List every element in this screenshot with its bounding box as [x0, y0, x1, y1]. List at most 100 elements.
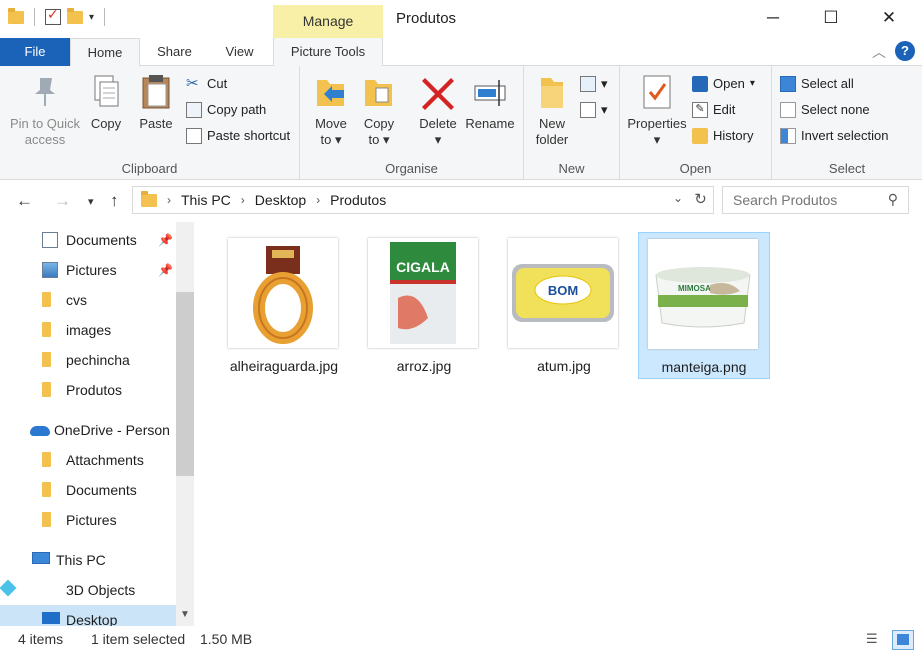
nav-item[interactable]: Documents 📌 [0, 225, 178, 255]
easy-access-button[interactable]: ▾ [580, 100, 608, 120]
paste-shortcut-button[interactable]: Paste shortcut [186, 126, 290, 146]
delete-dropdown-icon[interactable]: ▾ [416, 132, 460, 148]
nav-item-label: Produtos [66, 382, 123, 398]
desktop-icon [42, 612, 60, 624]
properties-icon [640, 72, 674, 112]
file-name: atum.jpg [537, 358, 591, 374]
search-box[interactable]: ⚲ [722, 186, 909, 214]
edit-button[interactable]: ✎ Edit [692, 100, 735, 120]
details-view-button[interactable]: ☰ [862, 630, 884, 650]
file-name: alheiraguarda.jpg [229, 358, 339, 374]
nav-item[interactable]: Attachments [0, 445, 178, 475]
nav-item[interactable]: Produtos [0, 375, 178, 405]
properties-icon[interactable] [45, 6, 61, 25]
address-bar[interactable]: › This PC › Desktop › Produtos ⌄ [132, 186, 690, 214]
chevron-right-icon[interactable]: › [316, 193, 320, 207]
move-to-icon [314, 72, 348, 112]
select-all-button[interactable]: Select all [780, 74, 854, 94]
select-group-label: Select [828, 161, 866, 176]
manage-contextual-tab[interactable]: Manage [273, 5, 383, 38]
3d-objects-icon [0, 579, 17, 597]
delete-icon [421, 72, 455, 112]
open-button[interactable]: Open ▾ [692, 74, 755, 94]
item-count: 4 items [18, 631, 64, 647]
nav-item[interactable]: Documents [0, 475, 178, 505]
customize-qat-icon[interactable]: ▾ [89, 12, 94, 23]
easy-access-icon [580, 102, 596, 118]
tab-file[interactable]: File [0, 38, 70, 66]
properties-button[interactable]: Properties ▾ [624, 72, 690, 148]
nav-scrollbar-thumb[interactable] [176, 292, 194, 476]
new-item-button[interactable]: ▾ [580, 74, 608, 94]
file-item[interactable]: BOM atum.jpg [498, 232, 630, 379]
cut-button[interactable]: ✂ Cut [186, 74, 227, 94]
forward-icon[interactable]: → [54, 191, 71, 211]
folder-icon [42, 322, 51, 337]
status-bar: 4 items 1 item selected 1.50 MB ☰ [0, 626, 922, 653]
tab-view[interactable]: View [212, 38, 267, 66]
nav-item[interactable]: Pictures [0, 505, 178, 535]
delete-button[interactable]: Delete ▾ [416, 72, 460, 148]
breadcrumb: › This PC › Desktop › Produtos [141, 190, 386, 208]
title-bar: ▾ Manage Produtos ─ ☐ ✕ [0, 0, 922, 38]
file-item-selected[interactable]: MIMOSA manteiga.png [638, 232, 770, 379]
collapse-ribbon-icon[interactable]: ︿ [872, 42, 886, 62]
crumb-this-pc[interactable]: This PC [181, 192, 231, 208]
scroll-down-icon[interactable]: ▼ [176, 606, 194, 624]
close-button[interactable]: ✕ [866, 0, 912, 38]
invert-selection-button[interactable]: Invert selection [780, 126, 888, 146]
nav-item[interactable]: images [0, 315, 178, 345]
copy-button[interactable]: Copy [86, 72, 126, 132]
file-name: arroz.jpg [396, 358, 452, 374]
move-to-button[interactable]: Move to ▾ [310, 72, 352, 148]
crumb-desktop[interactable]: Desktop [255, 192, 306, 208]
tab-home[interactable]: Home [70, 38, 140, 67]
chevron-right-icon[interactable]: › [167, 193, 171, 207]
new-folder-button[interactable]: New folder [532, 72, 572, 148]
tab-picture-tools[interactable]: Picture Tools [273, 38, 383, 66]
nav-item[interactable]: Desktop [0, 605, 178, 626]
select-none-button[interactable]: Select none [780, 100, 870, 120]
address-dropdown-icon[interactable]: ⌄ [673, 191, 683, 205]
crumb-produtos[interactable]: Produtos [330, 192, 386, 208]
up-icon[interactable]: ↑ [110, 191, 119, 211]
file-item[interactable]: alheiraguarda.jpg [218, 232, 350, 379]
folder-icon [42, 512, 51, 527]
clipboard-group: Pin to Quick access Copy Paste ✂ Cut Cop… [0, 66, 300, 180]
chevron-right-icon[interactable]: › [241, 193, 245, 207]
search-input[interactable] [733, 192, 873, 208]
minimize-button[interactable]: ─ [750, 0, 796, 38]
maximize-button[interactable]: ☐ [808, 0, 854, 38]
organise-group: Move to ▾ Copy to ▾ Delete ▾ Rename Orga… [300, 66, 524, 180]
refresh-button[interactable]: ↻ [688, 186, 714, 214]
nav-item[interactable]: pechincha [0, 345, 178, 375]
new-folder-icon[interactable] [67, 7, 83, 24]
large-icons-view-button[interactable] [892, 630, 914, 650]
history-label: History [713, 128, 754, 143]
search-icon[interactable]: ⚲ [888, 191, 898, 208]
copy-to-button[interactable]: Copy to ▾ [358, 72, 400, 148]
paste-button[interactable]: Paste [136, 72, 176, 132]
nav-item[interactable]: Pictures 📌 [0, 255, 178, 285]
file-item[interactable]: CIGALA arroz.jpg [358, 232, 490, 379]
back-icon[interactable]: ← [16, 191, 33, 211]
rename-button[interactable]: Rename [464, 72, 516, 132]
scissors-icon: ✂ [186, 75, 199, 92]
large-icons-view-icon [897, 634, 909, 645]
file-name: manteiga.png [661, 359, 747, 375]
properties-dropdown-icon[interactable]: ▾ [624, 132, 690, 148]
file-list: alheiraguarda.jpg CIGALA arroz.jpg BOM a… [196, 222, 922, 626]
nav-item[interactable]: This PC [0, 545, 178, 575]
pin-to-quick-access-button[interactable]: Pin to Quick access [6, 72, 84, 148]
new-item-icon [580, 76, 596, 92]
tab-share[interactable]: Share [147, 38, 202, 66]
nav-item[interactable]: cvs [0, 285, 178, 315]
thumbnail: BOM [508, 238, 618, 348]
copy-path-button[interactable]: Copy path [186, 100, 266, 120]
nav-item[interactable]: 3D Objects [0, 575, 178, 605]
nav-item[interactable]: OneDrive - Person [0, 415, 178, 445]
history-button[interactable]: History [692, 126, 753, 146]
help-icon[interactable]: ? [895, 41, 915, 61]
divider [34, 8, 35, 26]
recent-locations-icon[interactable]: ▾ [88, 195, 94, 208]
